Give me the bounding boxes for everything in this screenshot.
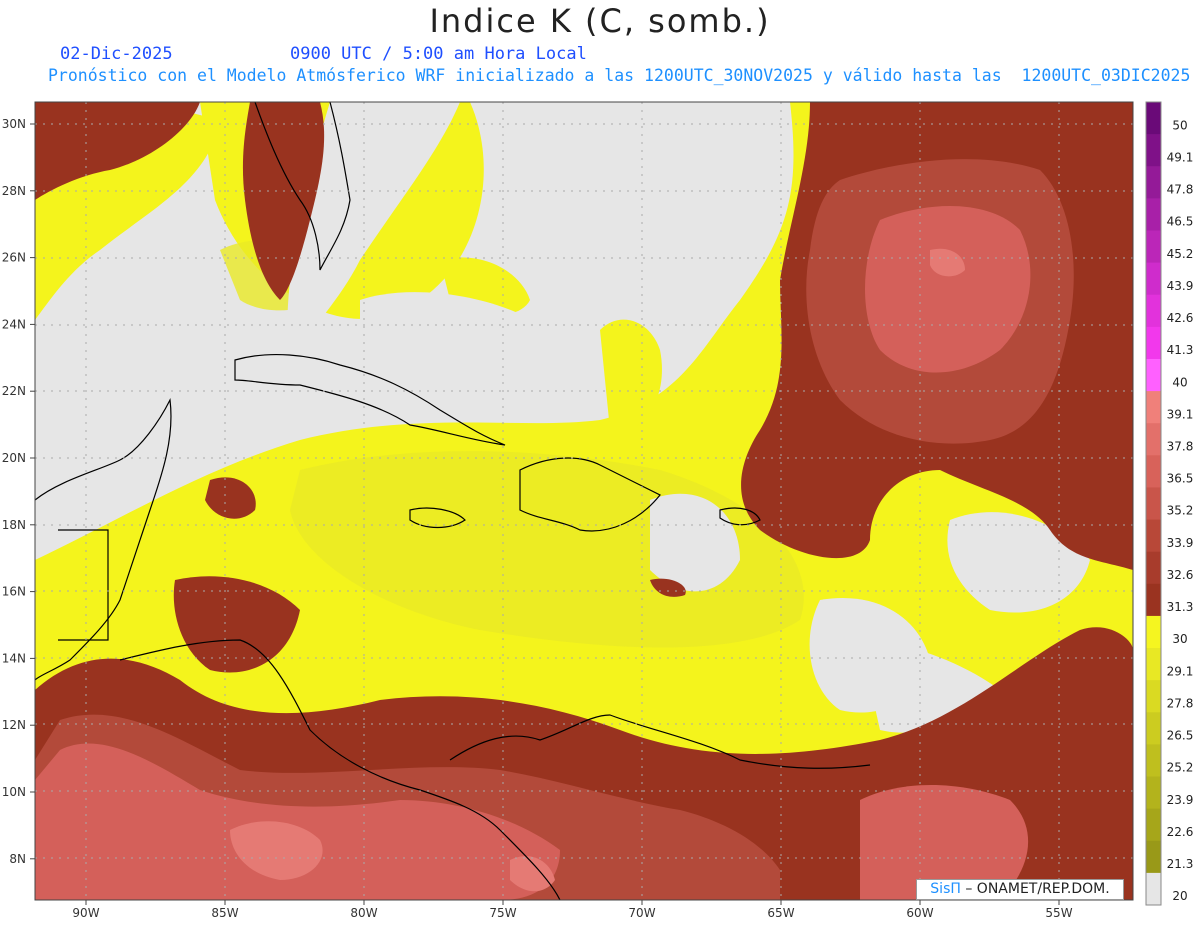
lat-label: 10N (2, 785, 26, 799)
colorbar-label: 26.5 (1167, 729, 1194, 743)
colorbar-swatch (1146, 487, 1161, 521)
colorbar-label: 33.9 (1167, 536, 1194, 550)
colorbar-label: 45.2 (1167, 247, 1194, 261)
lon-label: 65W (767, 906, 794, 920)
colorbar-swatch (1146, 519, 1161, 553)
colorbar-swatch (1146, 326, 1161, 360)
lat-label: 8N (9, 852, 26, 866)
colorbar-label: 49.1 (1167, 150, 1194, 164)
colorbar-swatch (1146, 358, 1161, 392)
colorbar-swatch (1146, 134, 1161, 167)
colorbar-swatch (1146, 744, 1161, 778)
colorbar-swatch (1146, 615, 1161, 649)
colorbar-label: 23.9 (1167, 793, 1194, 807)
colorbar-label: 37.8 (1167, 440, 1194, 454)
lat-label: 14N (2, 651, 26, 665)
colorbar-label: 36.5 (1167, 472, 1194, 486)
lon-label: 60W (906, 906, 933, 920)
colorbar-label: 25.2 (1167, 761, 1194, 775)
colorbar-swatch (1146, 872, 1161, 906)
colorbar-label: 32.6 (1167, 568, 1194, 582)
latitude-labels: 30N 28N 26N 24N 22N 20N 18N 16N 14N 12N 10N 8N (2, 117, 35, 866)
lat-label: 12N (2, 718, 26, 732)
colorbar-swatch (1146, 583, 1161, 617)
colorbar-swatch (1146, 423, 1161, 456)
lat-label: 30N (2, 117, 26, 131)
colorbar-swatch (1146, 198, 1161, 231)
colorbar-swatch (1146, 648, 1161, 681)
lon-label: 90W (72, 906, 99, 920)
colorbar-label: 20 (1172, 889, 1187, 903)
colorbar-swatch (1146, 294, 1161, 328)
colorbar-label: 39.1 (1167, 407, 1194, 421)
colorbar-swatch (1146, 776, 1161, 810)
colorbar-label: 22.6 (1167, 825, 1194, 839)
colorbar-label: 35.2 (1167, 504, 1194, 518)
colorbar-swatch (1146, 262, 1161, 296)
colorbar-swatch (1146, 712, 1161, 745)
lon-label: 55W (1045, 906, 1072, 920)
colorbar-swatch (1146, 391, 1161, 424)
colorbar-label: 30 (1172, 632, 1187, 646)
lat-label: 20N (2, 451, 26, 465)
colorbar-swatch (1146, 808, 1161, 842)
lat-label: 16N (2, 585, 26, 599)
colorbar-swatch (1146, 166, 1161, 199)
lat-label: 26N (2, 251, 26, 265)
lon-label: 85W (211, 906, 238, 920)
colorbar-label: 27.8 (1167, 696, 1194, 710)
lat-label: 28N (2, 184, 26, 198)
colorbar-label: 47.8 (1167, 183, 1194, 197)
colorbar: 50 49.1 47.8 46.5 45.2 43.9 42.6 41.3 40 39.1 37.8… (1145, 101, 1194, 906)
colorbar-swatch (1146, 680, 1161, 713)
colorbar-swatch (1146, 840, 1161, 874)
colorbar-label: 40 (1172, 375, 1187, 389)
lat-label: 24N (2, 317, 26, 331)
colorbar-label: 21.3 (1167, 857, 1194, 871)
colorbar-swatch (1146, 102, 1161, 135)
colorbar-label: 46.5 (1167, 215, 1194, 229)
colorbar-label: 50 (1172, 118, 1187, 132)
colorbar-swatch (1146, 551, 1161, 585)
colorbar-label: 41.3 (1167, 343, 1194, 357)
credit-text: – ONAMET/REP.DOM. (965, 881, 1110, 897)
lon-label: 70W (628, 906, 655, 920)
colorbar-label: 31.3 (1167, 600, 1194, 614)
lat-label: 18N (2, 518, 26, 532)
colorbar-swatch (1146, 230, 1161, 264)
colorbar-swatch (1146, 455, 1161, 488)
sis-brand: SisΠ (930, 881, 961, 897)
lon-label: 80W (350, 906, 377, 920)
colorbar-label: 42.6 (1167, 311, 1194, 325)
colorbar-label: 29.1 (1167, 664, 1194, 678)
lon-label: 75W (489, 906, 516, 920)
credit-box: SisΠ – ONAMET/REP.DOM. (916, 879, 1124, 900)
k-index-map: 30N 28N 26N 24N 22N 20N 18N 16N 14N 12N 10N 8N 90W 8… (2, 101, 1194, 920)
lat-label: 22N (2, 384, 26, 398)
longitude-labels: 90W 85W 80W 75W 70W 65W 60W 55W (72, 900, 1073, 920)
colorbar-label: 43.9 (1167, 279, 1194, 293)
forecast-field (35, 102, 1133, 900)
